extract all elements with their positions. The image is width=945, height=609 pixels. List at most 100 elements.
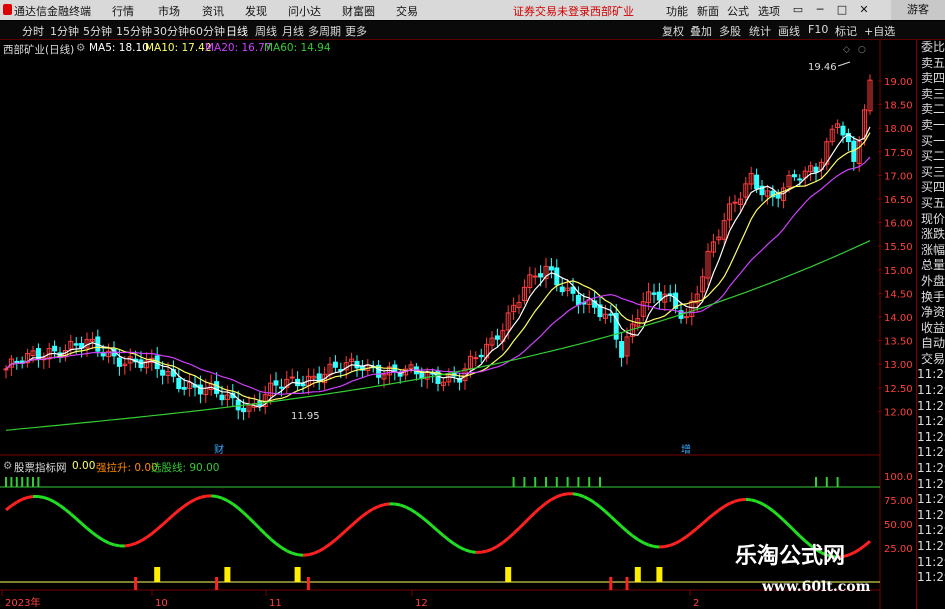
oscillator-segment [615, 520, 623, 528]
menu-shichang[interactable]: 市场 [158, 3, 180, 19]
price-tick-label: 12.00 [884, 407, 913, 418]
price-tick-label: 15.50 [884, 242, 913, 253]
tool-biaoji[interactable]: 标记 [835, 23, 857, 39]
close-icon[interactable]: ✕ [856, 2, 872, 17]
candle-body [619, 341, 625, 358]
login-warning[interactable]: 证券交易未登录 [513, 3, 590, 19]
oscillator-segment [264, 532, 272, 541]
period-5min[interactable]: 5分钟 [83, 23, 112, 39]
tool-diejia[interactable]: 叠加 [690, 23, 712, 39]
quote-row: 委比 [920, 40, 945, 54]
oscillator-segment [609, 515, 618, 523]
oscillator-segment [572, 492, 579, 497]
diamond-icon[interactable]: ◇ [843, 45, 850, 55]
oscillator-segment [545, 498, 553, 505]
oscillator-segment [275, 542, 283, 549]
oscillator-segment [113, 543, 120, 548]
oscillator-segment [129, 541, 137, 547]
tool-duogu[interactable]: 多股 [719, 23, 741, 39]
oscillator-segment [21, 496, 29, 501]
oscillator-segment [318, 546, 326, 553]
period-weekly[interactable]: 周线 [255, 23, 277, 39]
menu-gongshi[interactable]: 公式 [727, 3, 749, 19]
expand-icon[interactable]: ○ [858, 45, 866, 55]
price-tick-label: 17.50 [884, 148, 913, 159]
period-daily[interactable]: 日线 [226, 23, 248, 39]
candle-body [494, 335, 500, 340]
oscillator-segment [53, 500, 61, 507]
menu-gongneng[interactable]: 功能 [666, 3, 688, 19]
oscillator-segment [372, 504, 380, 511]
indicator-name: 股票指标网 [14, 462, 67, 474]
oscillator-segment [350, 519, 358, 527]
signal-red-bar [215, 577, 219, 590]
oscillator-segment [680, 535, 688, 542]
indicator-tick-label: 25.00 [884, 544, 913, 555]
date-tick-label: 11 [269, 598, 282, 609]
menu-wenxiaoda[interactable]: 问小达 [288, 3, 321, 19]
tool-tongji[interactable]: 统计 [749, 23, 771, 39]
quote-row: 11:29 [917, 507, 945, 522]
oscillator-segment [447, 538, 456, 546]
indicator-settings-icon[interactable]: ⚙ [3, 460, 12, 472]
quote-row: 11:29 [917, 523, 945, 538]
menu-xuanxiang[interactable]: 选项 [758, 3, 780, 19]
tool-huaxian[interactable]: 画线 [778, 23, 800, 39]
period-60min[interactable]: 60分钟 [189, 23, 225, 39]
quote-panel[interactable]: 委比 卖五 卖四 卖三 卖二 卖一 买一 买二 买三 买四 买五 现价 涨跌 涨幅 总量 外盘 换手 净资 收益 自动… [916, 40, 945, 609]
restore-icon[interactable]: ▭ [790, 2, 806, 17]
menu-caifuquan[interactable]: 财富圈 [342, 3, 375, 19]
quote-row: 卖四 [920, 71, 945, 86]
period-15min[interactable]: 15分钟 [116, 23, 152, 39]
oscillator-segment [253, 522, 261, 530]
oscillator-segment [124, 543, 131, 548]
oscillator-segment [177, 504, 186, 512]
menu-faxian[interactable]: 发现 [245, 3, 267, 19]
candle-body [732, 201, 738, 204]
minimize-icon[interactable]: ─ [812, 2, 828, 17]
oscillator-segment [723, 502, 731, 508]
maximize-icon[interactable]: □ [834, 2, 850, 17]
oscillator-segment [793, 529, 801, 538]
period-monthly[interactable]: 月线 [282, 23, 304, 39]
ma60-line [5, 240, 871, 431]
oscillator-segment [561, 492, 568, 497]
menu-xinmian[interactable]: 新面 [697, 3, 719, 19]
menu-jiaoyi[interactable]: 交易 [396, 3, 418, 19]
oscillator-segment [313, 549, 320, 555]
menu-hangqing[interactable]: 行情 [112, 3, 134, 19]
oscillator-segment [156, 523, 164, 531]
tool-zixuan[interactable]: +自选 [864, 23, 895, 39]
period-fenshi[interactable]: 分时 [22, 23, 44, 39]
oscillator-segment [172, 509, 180, 517]
period-multi[interactable]: 多周期 [308, 23, 341, 39]
candle-body [683, 316, 689, 319]
date-axis-labels: 2023年 10 11 12 2 [1, 590, 699, 609]
high-price-pointer [837, 61, 851, 67]
menu-zixun[interactable]: 资讯 [202, 3, 224, 19]
period-more[interactable]: 更多 [345, 23, 367, 39]
oscillator-segment [496, 541, 504, 548]
strong-pull-bar [224, 567, 231, 582]
oscillator-segment [863, 540, 871, 547]
tool-f10[interactable]: F10 [808, 23, 828, 36]
oscillator-segment [707, 513, 715, 520]
oscillator-segment [593, 501, 601, 509]
strong-pull-bar [154, 567, 161, 582]
oscillator-segment [345, 524, 353, 532]
candlesticks [3, 74, 873, 421]
guest-button[interactable]: 游客 [891, 0, 945, 20]
oscillator-segment [378, 503, 385, 508]
oscillator-segment [410, 508, 418, 515]
quote-row: 涨幅 [920, 242, 945, 257]
watermark-logo: 乐淘公式网 [735, 544, 846, 569]
tool-fuquan[interactable]: 复权 [662, 23, 684, 39]
kline-chart[interactable]: 19.00 18.50 18.00 17.50 17.00 16.50 16.00 15.50… [0, 40, 916, 609]
quote-row: 11:29 [917, 383, 945, 398]
oscillator-segment [334, 534, 342, 541]
quote-row: 外盘 [920, 273, 945, 288]
period-1min[interactable]: 1分钟 [50, 23, 79, 39]
period-30min[interactable]: 30分钟 [153, 23, 189, 39]
indicator-chart [0, 477, 880, 590]
candle-body [559, 286, 565, 293]
